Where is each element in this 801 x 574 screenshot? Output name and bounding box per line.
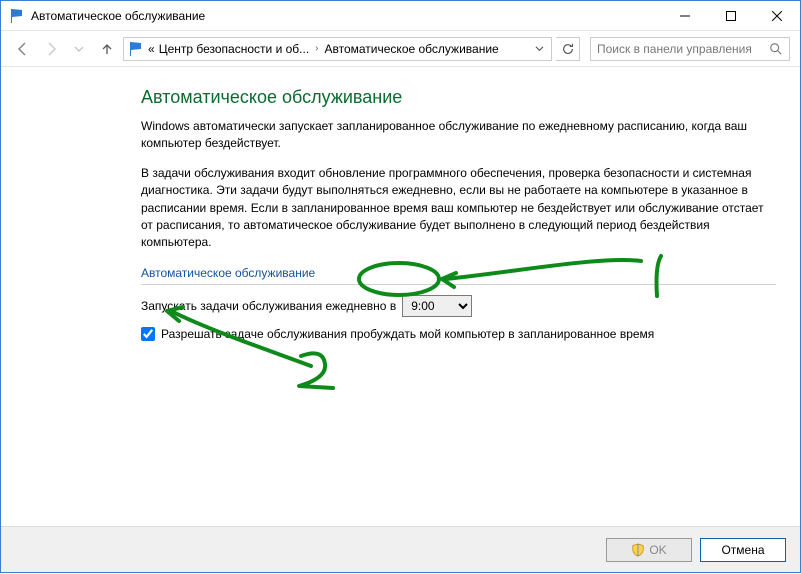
search-icon (769, 42, 783, 56)
close-icon (772, 11, 782, 21)
up-arrow-icon (99, 41, 115, 57)
wake-row: Разрешать задаче обслуживания пробуждать… (141, 327, 776, 341)
titlebar: Автоматическое обслуживание (1, 1, 800, 31)
wake-label: Разрешать задаче обслуживания пробуждать… (161, 327, 654, 341)
forward-arrow-icon (43, 41, 59, 57)
paragraph-2: В задачи обслуживания входит обновление … (141, 165, 776, 252)
back-button[interactable] (11, 37, 35, 61)
wake-checkbox[interactable] (141, 327, 155, 341)
back-arrow-icon (15, 41, 31, 57)
cancel-button[interactable]: Отмена (700, 538, 786, 562)
flag-icon (9, 8, 25, 24)
ok-button[interactable]: OK (606, 538, 692, 562)
breadcrumb-dropdown[interactable] (531, 42, 547, 56)
footer: OK Отмена (1, 526, 800, 572)
chevron-right-icon: › (313, 43, 320, 54)
paragraph-1: Windows автоматически запускает запланир… (141, 118, 776, 153)
breadcrumb-seg-2[interactable]: Автоматическое обслуживание (325, 42, 499, 56)
refresh-button[interactable] (556, 37, 580, 61)
maximize-icon (726, 11, 736, 21)
nav-row: « Центр безопасности и об... › Автоматич… (1, 31, 800, 67)
page-heading: Автоматическое обслуживание (141, 87, 776, 108)
search-input[interactable]: Поиск в панели управления (590, 37, 790, 61)
recent-button[interactable] (67, 37, 91, 61)
schedule-row: Запускать задачи обслуживания ежедневно … (141, 295, 776, 317)
schedule-label: Запускать задачи обслуживания ежедневно … (141, 299, 396, 313)
minimize-button[interactable] (662, 1, 708, 31)
search-placeholder: Поиск в панели управления (597, 42, 769, 56)
maximize-button[interactable] (708, 1, 754, 31)
forward-button[interactable] (39, 37, 63, 61)
shield-icon (631, 543, 645, 557)
up-button[interactable] (95, 37, 119, 61)
schedule-time-select[interactable]: 9:00 (402, 295, 472, 317)
section-label: Автоматическое обслуживание (141, 266, 776, 285)
content-area: Автоматическое обслуживание Windows авто… (1, 69, 800, 526)
chevron-down-icon (535, 44, 544, 53)
minimize-icon (680, 11, 690, 21)
breadcrumb-prefix: « (148, 42, 155, 56)
window-title: Автоматическое обслуживание (31, 9, 205, 23)
breadcrumb-seg-1[interactable]: Центр безопасности и об... (159, 42, 309, 56)
refresh-icon (561, 42, 575, 56)
breadcrumb[interactable]: « Центр безопасности и об... › Автоматич… (123, 37, 552, 61)
cancel-label: Отмена (721, 543, 764, 557)
chevron-down-icon (74, 44, 84, 54)
ok-label: OK (649, 543, 666, 557)
flag-icon (128, 41, 144, 57)
close-button[interactable] (754, 1, 800, 31)
